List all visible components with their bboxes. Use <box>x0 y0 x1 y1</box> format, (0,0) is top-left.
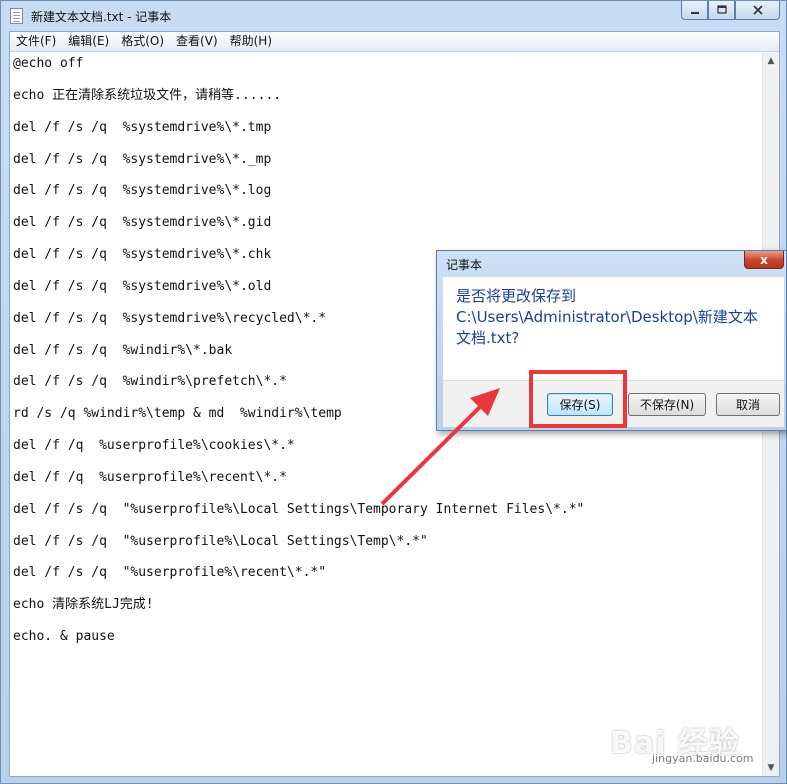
watermark-url: jingyan.baidu.com <box>652 752 754 765</box>
annotation-arrow-icon <box>380 388 500 506</box>
